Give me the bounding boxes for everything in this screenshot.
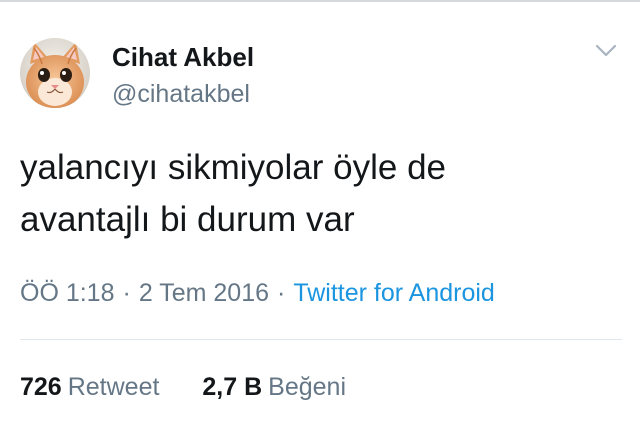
retweets-stat[interactable]: 726 Retweet (20, 371, 159, 403)
stats-divider (20, 339, 622, 340)
tweet-text-line: yalancıyı sikmiyolar öyle de (20, 148, 446, 187)
cat-avatar-icon (20, 38, 90, 108)
meta-separator: · (122, 279, 131, 307)
likes-count: 2,7 B (202, 373, 263, 401)
tweet-header: Cihat Akbel @cihatakbel (20, 38, 620, 110)
tweet-stats: 726 Retweet 2,7 B Beğeni (20, 371, 346, 403)
tweet-source-link[interactable]: Twitter for Android (293, 279, 494, 307)
likes-stat[interactable]: 2,7 B Beğeni (202, 371, 346, 403)
likes-label: Beğeni (268, 373, 347, 401)
user-handle[interactable]: @cihatakbel (112, 78, 254, 110)
chevron-down-icon (595, 44, 617, 57)
user-names: Cihat Akbel @cihatakbel (112, 40, 254, 110)
tweet-time[interactable]: ÖÖ 1:18 (20, 279, 115, 307)
top-divider (0, 0, 640, 2)
display-name[interactable]: Cihat Akbel (112, 40, 254, 74)
tweet-text: yalancıyı sikmiyolar öyle de avantajlı b… (20, 142, 620, 246)
retweets-label: Retweet (67, 373, 160, 401)
retweets-count: 726 (20, 373, 62, 401)
meta-separator: · (277, 279, 286, 307)
tweet-text-line: avantajlı bi durum var (20, 200, 355, 239)
tweet-meta: ÖÖ 1:18 · 2 Tem 2016 · Twitter for Android (20, 277, 495, 309)
avatar[interactable] (20, 38, 90, 108)
tweet-date[interactable]: 2 Tem 2016 (139, 279, 269, 307)
tweet-menu-button[interactable] (594, 42, 618, 60)
